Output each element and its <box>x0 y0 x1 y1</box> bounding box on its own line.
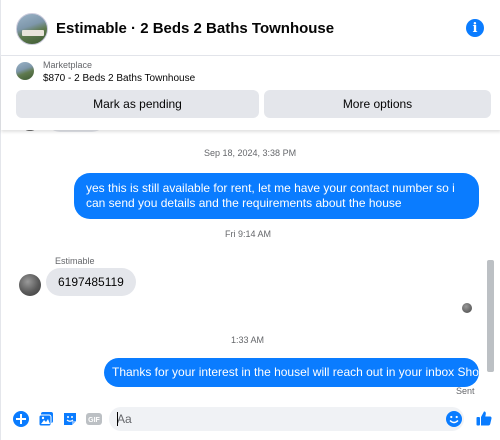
mark-as-pending-button[interactable]: Mark as pending <box>16 90 259 118</box>
message-timestamp: Fri 9:14 AM <box>225 229 272 239</box>
message-status: Sent <box>456 386 475 396</box>
listing-title[interactable]: $870 - 2 Beds 2 Baths Townhouse <box>43 73 195 84</box>
chat-header: Estimable · 2 Beds 2 Baths Townhouse i <box>1 0 500 56</box>
marketplace-label: Marketplace <box>43 60 93 70</box>
sender-avatar[interactable] <box>19 274 41 296</box>
message-text: 6197485119 <box>58 275 124 289</box>
message-input-container[interactable] <box>109 407 464 431</box>
seen-indicator-avatar <box>462 303 472 313</box>
scrollbar-thumb[interactable] <box>487 260 494 372</box>
chat-title[interactable]: Estimable · 2 Beds 2 Baths Townhouse <box>56 20 334 37</box>
outgoing-message-bubble[interactable]: yes this is still available for rent, le… <box>74 173 479 219</box>
message-input[interactable] <box>117 407 437 431</box>
message-text: Thanks for your interest in the housel w… <box>112 365 495 379</box>
message-composer: GIF <box>1 400 500 440</box>
more-options-button[interactable]: More options <box>264 90 491 118</box>
outgoing-message-bubble[interactable]: Thanks for your interest in the housel w… <box>104 358 495 387</box>
gif-icon[interactable]: GIF <box>85 410 103 428</box>
emoji-icon[interactable] <box>445 410 463 428</box>
text-caret <box>117 412 118 426</box>
message-timestamp: 1:33 AM <box>231 335 265 345</box>
marketplace-card: Marketplace $870 - 2 Beds 2 Baths Townho… <box>1 56 500 130</box>
message-text: yes this is still available for rent, le… <box>86 181 455 210</box>
sender-name: Estimable <box>55 256 95 266</box>
plus-icon[interactable] <box>12 410 30 428</box>
gif-label: GIF <box>88 417 100 424</box>
info-icon[interactable]: i <box>466 19 484 37</box>
message-timestamp: Sep 18, 2024, 3:38 PM <box>204 148 297 158</box>
listing-avatar[interactable] <box>16 13 48 45</box>
listing-thumbnail[interactable] <box>16 62 34 80</box>
incoming-message-bubble[interactable]: 6197485119 <box>46 268 136 296</box>
sticker-icon[interactable] <box>61 410 79 428</box>
messenger-chat-window: Estimable · 2 Beds 2 Baths Townhouse i M… <box>0 0 500 440</box>
photo-icon[interactable] <box>37 410 55 428</box>
message-scrollbar[interactable] <box>486 130 494 400</box>
thumbs-up-icon[interactable] <box>475 409 493 427</box>
